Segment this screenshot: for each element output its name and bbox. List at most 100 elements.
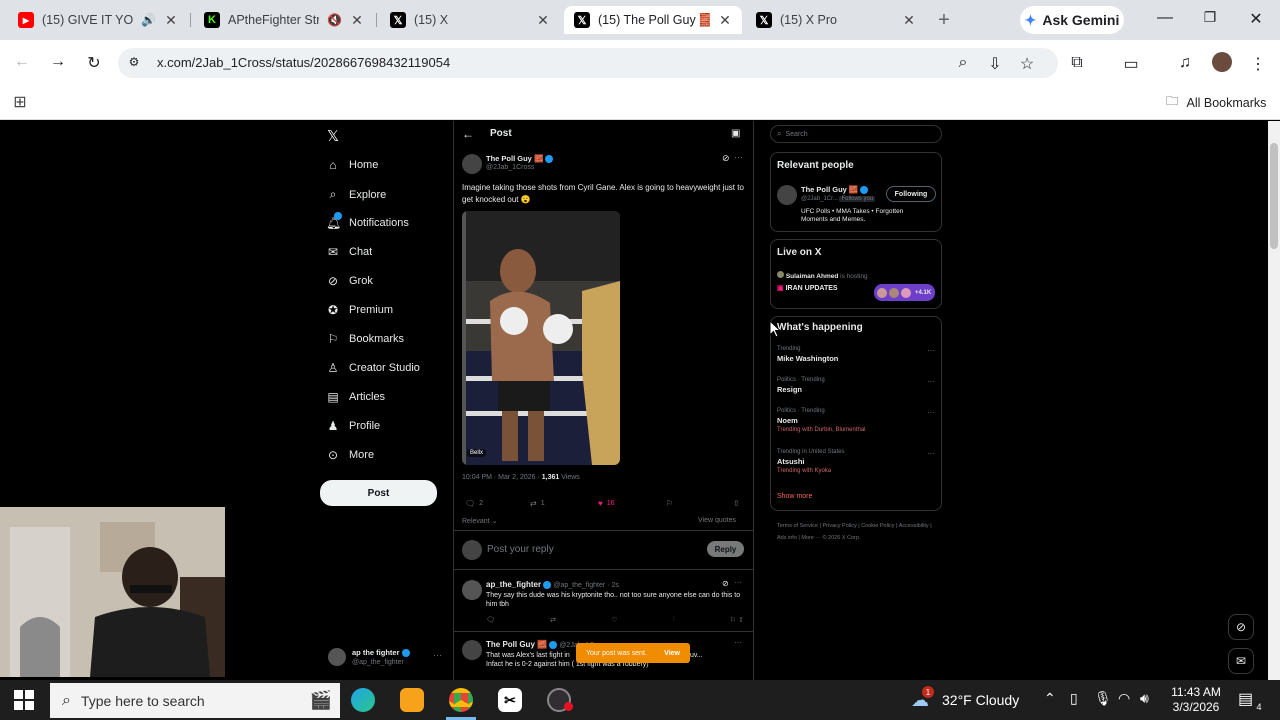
trend-more-icon[interactable]: ··· (927, 408, 935, 417)
media-control-icon[interactable]: ♫ (1176, 54, 1194, 72)
tab-youtube[interactable]: ▶ (15) GIVE IT YOUR 🔊 ✕ (8, 6, 188, 34)
reply-author-avatar[interactable] (462, 640, 482, 660)
x-logo-icon[interactable]: 𝕏 (327, 127, 339, 145)
reply-more-icon[interactable]: ··· (734, 578, 742, 587)
close-tab-icon[interactable]: ✕ (902, 12, 916, 29)
account-name[interactable]: ap the fighter (352, 648, 410, 658)
nav-creator-studio[interactable]: ♙ Creator Studio (326, 361, 420, 375)
footer-link[interactable]: Terms of Service (777, 523, 818, 529)
cast-icon[interactable]: ▭ (1122, 54, 1140, 74)
windows-start-icon[interactable] (14, 690, 34, 710)
grok-explain-icon[interactable]: ⊘ (722, 579, 729, 588)
zoom-icon[interactable]: ⌕ (954, 54, 972, 72)
live-event[interactable]: ▣ IRAN UPDATES (777, 284, 838, 292)
tab-kick[interactable]: K APtheFighter Stre 🔇 ✕ (194, 6, 374, 34)
volume-icon[interactable]: 🔊︎ (1140, 690, 1149, 707)
speaker-icon[interactable]: 🔊 (141, 13, 156, 27)
search-input[interactable]: Search (785, 131, 807, 138)
tab-poll-guy[interactable]: 𝕏 (15) The Poll Guy 🧱 ✕ (564, 6, 742, 34)
muted-icon[interactable]: 🔇 (327, 13, 342, 27)
compose-post-button[interactable]: Post (320, 480, 437, 506)
repost-icon[interactable]: ⇄ (550, 616, 556, 624)
reply-author[interactable]: ap_the_fighter @ap_the_fighter · 2s (486, 580, 619, 589)
bookmark-icon[interactable]: ⚐ ⇧ (730, 616, 744, 624)
heart-icon[interactable]: ♡ (611, 616, 617, 624)
profile-avatar[interactable] (1212, 52, 1232, 72)
tab-x[interactable]: 𝕏 (15) X ✕ (380, 6, 560, 34)
star-icon[interactable]: ☆ (1018, 54, 1036, 74)
footer-link[interactable]: More ··· (801, 535, 821, 541)
taskbar-search-input[interactable]: Type here to search (81, 693, 205, 709)
clock[interactable]: 11:43 AM 3/3/2026 (1168, 685, 1224, 715)
back-icon[interactable]: ← (12, 53, 32, 71)
footer-link[interactable]: Privacy Policy (822, 523, 856, 529)
menu-icon[interactable]: ⋮ (1250, 54, 1266, 74)
close-tab-icon[interactable]: ✕ (536, 12, 550, 29)
reader-mode-icon[interactable]: ▣ (731, 128, 740, 139)
fl-studio-icon[interactable] (400, 688, 424, 712)
extensions-icon[interactable]: ⧉ (1068, 54, 1086, 72)
weather-text[interactable]: 32°F Cloudy (942, 692, 1019, 708)
scrollbar[interactable] (1268, 121, 1280, 680)
account-more-icon[interactable]: ··· (433, 650, 442, 660)
restore-icon[interactable]: ❐ (1200, 9, 1220, 26)
forward-icon[interactable]: → (48, 53, 68, 71)
reply-more-icon[interactable]: ··· (734, 638, 742, 647)
new-tab-button[interactable]: + (934, 10, 954, 30)
tweet-more-icon[interactable]: ··· (734, 152, 743, 162)
site-info-icon[interactable]: ⚙ (126, 55, 142, 69)
trend-item[interactable]: Politics · Trending Noem Trending with D… (777, 408, 937, 433)
trend-item[interactable]: Politics · Trending Resign (777, 377, 937, 394)
like-action[interactable]: ♥ 16 (598, 499, 615, 508)
relevant-avatar[interactable] (777, 185, 797, 205)
tab-x-pro[interactable]: 𝕏 (15) X Pro ✕ (746, 6, 926, 34)
stats-icon[interactable]: ⫶ (673, 616, 675, 624)
messages-float-icon[interactable]: ✉ (1228, 648, 1254, 674)
url-text[interactable]: x.com/2Jab_1Cross/status/202866769843211… (157, 55, 450, 70)
search-box[interactable]: ⌕ Search (770, 125, 942, 143)
ask-gemini-button[interactable]: ✦ Ask Gemini (1020, 6, 1124, 34)
footer-link[interactable]: Ads info (777, 535, 797, 541)
author-name[interactable]: The Poll Guy 🧱 (486, 154, 554, 164)
view-quotes-link[interactable]: View quotes (698, 517, 736, 524)
sort-dropdown[interactable]: Relevant ⌄ (462, 517, 497, 525)
nav-grok[interactable]: ⊘ Grok (326, 274, 373, 288)
reply-author-avatar[interactable] (462, 580, 482, 600)
reply-action[interactable]: 🗨︎ 2 (465, 499, 483, 508)
nav-bookmarks[interactable]: ⚐ Bookmarks (326, 332, 404, 346)
back-arrow-icon[interactable]: ← (462, 127, 474, 141)
repost-action[interactable]: ⇄ 1 (530, 499, 545, 508)
account-avatar[interactable] (328, 648, 346, 666)
live-listeners[interactable]: +4.1K (874, 284, 935, 301)
tweet-video[interactable] (462, 211, 620, 465)
close-tab-icon[interactable]: ✕ (718, 12, 732, 29)
device-icon[interactable]: ▯ (1070, 690, 1078, 707)
wifi-icon[interactable]: ◠ (1118, 690, 1130, 707)
nav-more[interactable]: ⊙ More (326, 448, 374, 462)
capcut-icon[interactable]: ✂ (498, 688, 522, 712)
grok-float-icon[interactable]: ⊘ (1228, 614, 1254, 640)
relevant-name[interactable]: The Poll Guy 🧱 (801, 185, 869, 195)
action-center-icon[interactable]: ▤ (1238, 689, 1253, 709)
reply-icon[interactable]: 🗨︎ (486, 616, 495, 624)
author-avatar[interactable] (462, 154, 482, 174)
nav-articles[interactable]: ▤ Articles (326, 390, 385, 404)
edge-icon[interactable] (351, 688, 375, 712)
live-host[interactable]: Sulaiman Ahmed is hosting (777, 271, 868, 280)
reply-input[interactable]: Post your reply (487, 544, 554, 555)
trend-more-icon[interactable]: ··· (927, 377, 935, 386)
nav-home[interactable]: ⌂ Home (326, 158, 378, 172)
nav-profile[interactable]: ♟ Profile (326, 419, 381, 433)
toast-view-link[interactable]: View (664, 650, 680, 657)
trend-more-icon[interactable]: ··· (927, 346, 935, 355)
nav-explore[interactable]: ⌕ Explore (326, 187, 387, 202)
close-tab-icon[interactable]: ✕ (164, 12, 178, 29)
all-bookmarks[interactable]: 🗀 All Bookmarks (1166, 92, 1266, 113)
taskbar-search[interactable]: ⌕ Type here to search 🎬 (50, 683, 340, 718)
microphone-icon[interactable]: 🎙︎ (1094, 690, 1112, 707)
minimize-icon[interactable]: — (1155, 9, 1175, 27)
reply-button[interactable]: Reply (707, 541, 744, 557)
grok-explain-icon[interactable]: ⊘ (722, 153, 730, 164)
following-button[interactable]: Following (886, 186, 936, 202)
footer-link[interactable]: Accessibility (899, 523, 929, 529)
